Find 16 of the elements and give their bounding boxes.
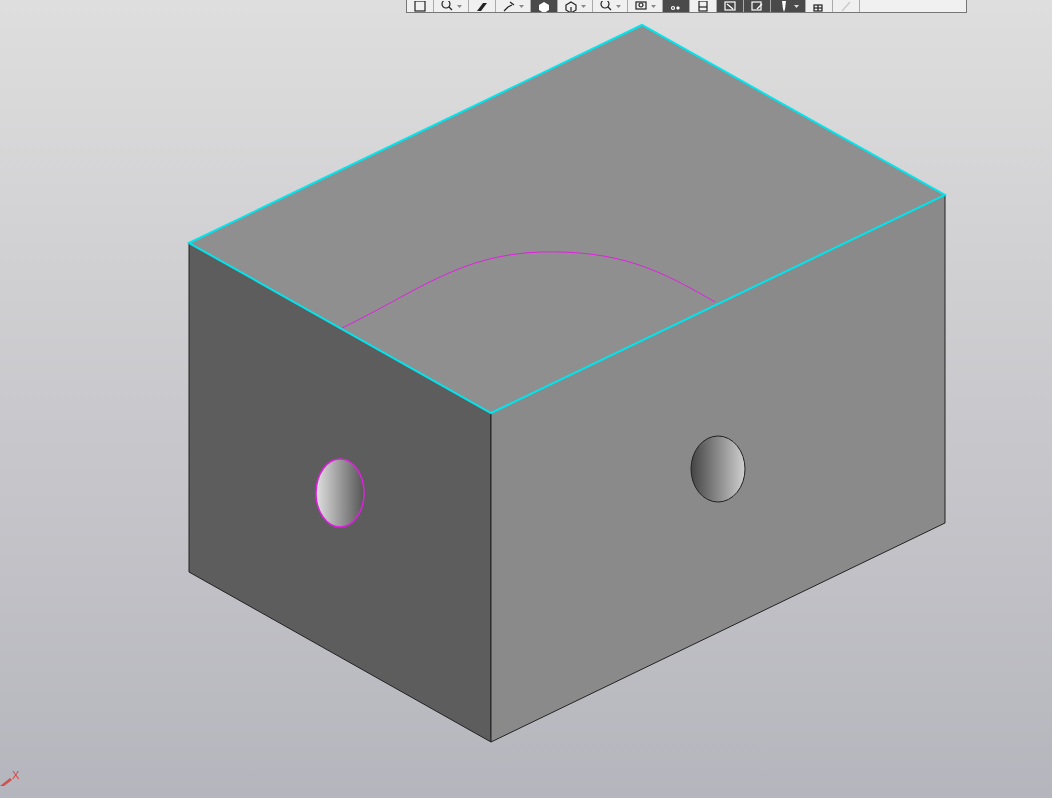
zoom-icon [440, 1, 454, 12]
axis-label: X [12, 770, 20, 781]
zoom-icon [599, 1, 613, 12]
toolbar-button[interactable] [771, 0, 806, 12]
axis-arrow-icon [0, 778, 12, 786]
grid-icon [812, 1, 826, 12]
toolbar-button[interactable] [744, 0, 771, 12]
caret-icon [651, 5, 656, 9]
caret-icon [519, 5, 524, 9]
caret-icon [616, 5, 621, 9]
toolbar-button[interactable] [663, 0, 690, 12]
caret-icon [457, 5, 462, 9]
toolbar-button[interactable] [531, 0, 558, 12]
caret-icon [581, 5, 586, 9]
caret-icon [794, 5, 799, 9]
toolbar-button[interactable] [717, 0, 744, 12]
